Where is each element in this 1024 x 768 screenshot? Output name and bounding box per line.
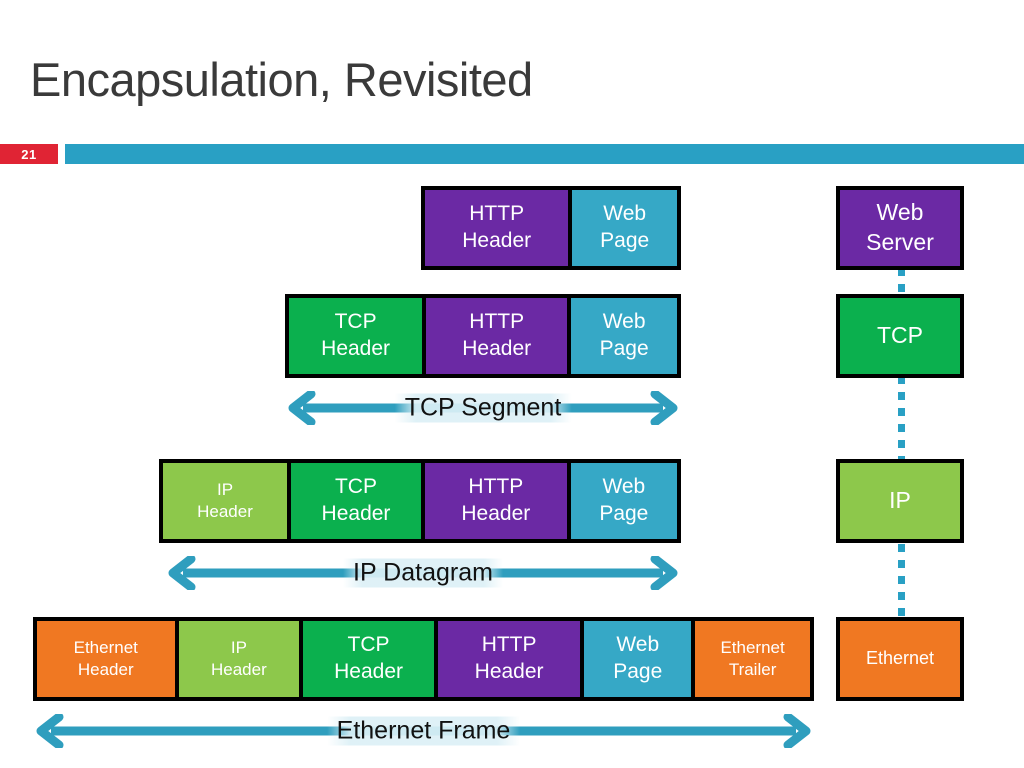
table-row: HTTP Header Web Page [421,186,681,270]
cell-line-1: HTTP [468,475,524,499]
cell-line-2: Page [600,229,650,252]
packet-cell-web-page: Web Page [566,463,677,539]
layer-line-1: IP [889,487,911,514]
span-arrow-tcp-segment: TCP Segment [285,391,681,425]
layer-box-web-server: Web Server [836,186,964,270]
layer-line-1: Web [876,199,924,226]
packet-cell-ethernet-header: Ethernet Header [37,621,175,697]
cell-line-1: Ethernet [73,638,138,658]
cell-line-1: IP [216,480,234,500]
cell-line-2: Header [461,502,531,525]
cell-line-2: Trailer [728,660,777,679]
cell-line-1: HTTP [481,633,537,657]
cell-line-2: Header [321,337,391,360]
cell-line-2: Header [197,502,253,521]
packet-cell-web-page: Web Page [567,298,677,374]
cell-line-1: Web [603,202,647,226]
cell-line-1: Web [602,475,646,499]
layer-box-ip: IP [836,459,964,543]
packet-cell-ip-header: IP Header [163,463,288,539]
cell-line-1: Web [602,310,646,334]
cell-line-2: Page [613,660,663,683]
cell-line-2: Page [599,502,649,525]
cell-line-2: Header [321,502,391,525]
packet-cell-http-header: HTTP Header [420,463,567,539]
layer-box-tcp: TCP [836,294,964,378]
cell-line-2: Header [474,660,544,683]
table-row: Ethernet Header IP Header TCP Header HTT… [33,617,814,701]
arrow-label: IP Datagram [343,558,503,588]
layer-connector-web-server-tcp [898,268,905,296]
cell-line-2: Header [334,660,403,683]
cell-line-1: TCP [334,310,377,334]
packet-cell-http-header: HTTP Header [422,298,568,374]
layer-box-ethernet: Ethernet [836,617,964,701]
arrow-label: Ethernet Frame [326,716,521,746]
cell-line-1: HTTP [469,202,525,226]
cell-line-1: TCP [334,475,377,499]
packet-cell-tcp-header: TCP Header [299,621,434,697]
packet-cell-tcp-header: TCP Header [287,463,421,539]
cell-line-2: Header [77,660,134,679]
title-rule: 21 [0,144,1024,164]
packet-cell-web-page: Web Page [580,621,692,697]
cell-line-1: HTTP [469,310,525,334]
layer-connector-ip-ethernet [898,544,905,619]
packet-cell-tcp-header: TCP Header [289,298,423,374]
packet-cell-web-page: Web Page [568,190,677,266]
cell-line-2: Header [462,337,532,360]
packet-cell-ip-header: IP Header [174,621,300,697]
span-arrow-ip-datagram: IP Datagram [165,556,681,590]
page-title: Encapsulation, Revisited [30,53,533,106]
packet-cell-http-header: HTTP Header [425,190,569,266]
cell-line-1: Web [616,633,660,657]
cell-line-2: Header [462,229,532,252]
cell-line-1: IP [230,638,247,658]
accent-bar [65,144,1024,164]
span-arrow-ethernet-frame: Ethernet Frame [33,714,814,748]
cell-line-1: TCP [347,633,390,657]
layer-line-2: Server [866,229,934,255]
table-row: TCP Header HTTP Header Web Page [285,294,681,378]
table-row: IP Header TCP Header HTTP Header Web Pag… [159,459,681,543]
layer-connector-tcp-ip [898,376,905,460]
cell-line-2: Header [211,660,267,679]
layer-line-1: Ethernet [865,648,935,669]
cell-line-2: Page [599,337,649,360]
packet-cell-ethernet-trailer: Ethernet Trailer [691,621,810,697]
slide-number-badge: 21 [0,144,58,164]
layer-line-1: TCP [877,322,923,349]
packet-cell-http-header: HTTP Header [433,621,581,697]
cell-line-1: Ethernet [720,638,785,658]
arrow-label: TCP Segment [394,393,572,423]
